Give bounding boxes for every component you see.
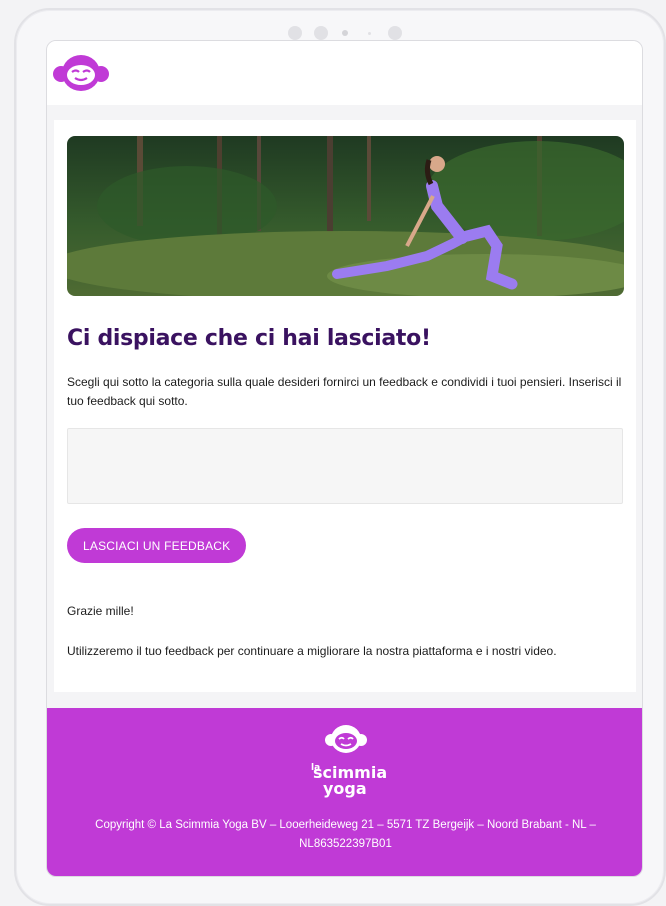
yoga-pose-photo-icon bbox=[67, 136, 624, 296]
content-card: Ci dispiace che ci hai lasciato! Scegli … bbox=[54, 120, 636, 692]
logo-word-yoga: yoga bbox=[323, 779, 367, 798]
page-title: Ci dispiace che ci hai lasciato! bbox=[67, 326, 431, 351]
copyright-text: Copyright © La Scimmia Yoga BV – Looerhe… bbox=[95, 819, 596, 850]
screen: Ci dispiace che ci hai lasciato! Scegli … bbox=[46, 40, 643, 877]
thanks-text: Grazie mille! bbox=[67, 604, 134, 618]
la-scimmia-yoga-logo-icon[interactable]: la scimmia yoga bbox=[305, 720, 387, 806]
feedback-note-text: Utilizzeremo il tuo feedback per continu… bbox=[67, 644, 557, 658]
leave-feedback-button[interactable]: LASCIACI UN FEEDBACK bbox=[67, 528, 247, 563]
feedback-field[interactable] bbox=[67, 428, 623, 504]
footer: la scimmia yoga Copyright © La Scimmia Y… bbox=[47, 708, 642, 876]
description-text: Scegli qui sotto la categoria sulla qual… bbox=[67, 375, 622, 408]
monkey-logo-icon[interactable] bbox=[51, 53, 111, 93]
header bbox=[47, 41, 642, 105]
